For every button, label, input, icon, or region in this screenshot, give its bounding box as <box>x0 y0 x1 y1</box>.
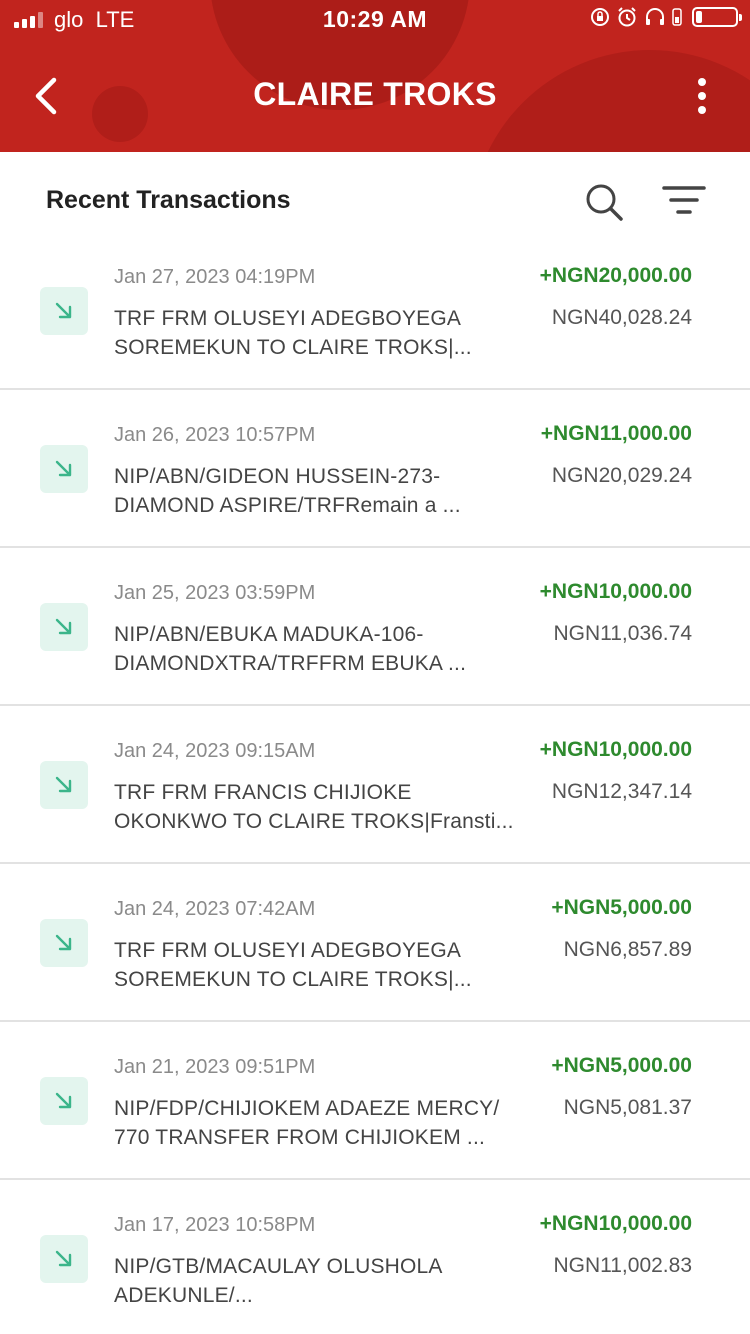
transaction-row[interactable]: Jan 24, 2023 07:42AM TRF FRM OLUSEYI ADEG… <box>0 864 750 1022</box>
transaction-description-line: TRF FRM FRANCIS CHIJIOKE <box>114 781 412 804</box>
transaction-balance: NGN12,347.14 <box>551 780 692 803</box>
credit-badge <box>40 603 88 651</box>
transaction-balance: NGN11,002.83 <box>553 1254 692 1277</box>
transaction-amount: +NGN20,000.00 <box>539 264 692 287</box>
transaction-description: TRF FRM OLUSEYI ADEGBOYEGA SOREMEKUN TO C… <box>114 936 534 994</box>
transaction-date: Jan 27, 2023 04:19PM <box>114 266 316 288</box>
search-button[interactable] <box>584 182 624 222</box>
transaction-row[interactable]: Jan 24, 2023 09:15AM TRF FRM FRANCIS CHIJ… <box>0 706 750 864</box>
transaction-date: Jan 25, 2023 03:59PM <box>114 582 316 604</box>
transaction-date: Jan 24, 2023 09:15AM <box>114 740 316 762</box>
arrow-down-right-icon <box>55 1092 72 1109</box>
credit-badge <box>40 919 88 967</box>
credit-badge <box>40 1235 88 1283</box>
credit-badge <box>40 761 88 809</box>
transaction-description: NIP/ABN/GIDEON HUSSEIN-273- DIAMOND ASPIR… <box>114 462 534 520</box>
battery-icon <box>692 7 742 27</box>
arrow-down-right-icon <box>55 460 72 477</box>
transaction-balance: NGN11,036.74 <box>553 622 692 645</box>
transaction-row[interactable]: Jan 25, 2023 03:59PM NIP/ABN/EBUKA MADUKA… <box>0 548 750 706</box>
transaction-balance: NGN40,028.24 <box>551 306 692 329</box>
kebab-menu-icon[interactable] <box>690 78 714 114</box>
transaction-amount: +NGN10,000.00 <box>539 738 692 761</box>
transaction-balance: NGN5,081.37 <box>563 1096 692 1119</box>
filter-button[interactable] <box>662 184 706 218</box>
arrow-down-right-icon <box>55 1250 72 1267</box>
battery-level <box>696 11 702 23</box>
transaction-description-line: ADEKUNLE/... <box>114 1284 253 1307</box>
status-icons <box>590 6 742 28</box>
transaction-description-line: 770 TRANSFER FROM CHIJIOKEM ... <box>114 1126 486 1149</box>
transaction-description-line: SOREMEKUN TO CLAIRE TROKS|... <box>114 968 472 991</box>
transaction-amount: +NGN10,000.00 <box>539 1212 692 1235</box>
transaction-description-line: DIAMONDXTRA/TRFFRM EBUKA ... <box>114 652 467 675</box>
filter-icon <box>662 186 706 214</box>
transaction-description-line: TRF FRM OLUSEYI ADEGBOYEGA <box>114 939 462 962</box>
headphones-icon <box>646 8 664 25</box>
transaction-date: Jan 21, 2023 09:51PM <box>114 1056 316 1078</box>
transaction-list: Jan 27, 2023 04:19PM TRF FRM OLUSEYI ADEG… <box>0 232 750 1334</box>
transaction-description: NIP/GTB/MACAULAY OLUSHOLA ADEKUNLE/... <box>114 1252 534 1310</box>
transaction-date: Jan 17, 2023 10:58PM <box>114 1214 316 1236</box>
credit-badge <box>40 445 88 493</box>
credit-badge <box>40 1077 88 1125</box>
transaction-description: NIP/FDP/CHIJIOKEM ADAEZE MERCY/770 TRANS… <box>114 1094 534 1152</box>
transaction-description-line: NIP/FDP/CHIJIOKEM ADAEZE MERCY/ <box>114 1097 500 1120</box>
transaction-description-line: OKONKWO TO CLAIRE TROKS|Fransti... <box>114 810 514 833</box>
transaction-amount: +NGN11,000.00 <box>540 422 692 445</box>
transaction-description-line: SOREMEKUN TO CLAIRE TROKS|... <box>114 336 472 359</box>
transaction-description-line: TRF FRM OLUSEYI ADEGBOYEGA <box>114 307 462 330</box>
transaction-description: NIP/ABN/EBUKA MADUKA-106- DIAMONDXTRA/TRF… <box>114 620 534 678</box>
transaction-description-line: NIP/GTB/MACAULAY OLUSHOLA <box>114 1255 443 1278</box>
arrow-down-right-icon <box>55 776 72 793</box>
transaction-balance: NGN6,857.89 <box>563 938 692 961</box>
transaction-row[interactable]: Jan 27, 2023 04:19PM TRF FRM OLUSEYI ADEG… <box>0 232 750 390</box>
transaction-description: TRF FRM OLUSEYI ADEGBOYEGA SOREMEKUN TO C… <box>114 304 534 362</box>
section-title: Recent Transactions <box>46 186 291 214</box>
arrow-down-right-icon <box>55 934 72 951</box>
app-header: glo LTE 10:29 AM CLAIRE TROKS <box>0 0 750 152</box>
transaction-date: Jan 24, 2023 07:42AM <box>114 898 316 920</box>
transaction-amount: +NGN5,000.00 <box>551 896 692 919</box>
transaction-row[interactable]: Jan 17, 2023 10:58PM NIP/GTB/MACAULAY OLU… <box>0 1180 750 1334</box>
transaction-description-line: NIP/ABN/GIDEON HUSSEIN-273- <box>114 465 441 488</box>
transaction-row[interactable]: Jan 21, 2023 09:51PM NIP/FDP/CHIJIOKEM AD… <box>0 1022 750 1180</box>
transaction-amount: +NGN5,000.00 <box>551 1054 692 1077</box>
transaction-balance: NGN20,029.24 <box>551 464 692 487</box>
search-icon <box>586 184 623 221</box>
headphone-battery-icon <box>672 8 682 26</box>
transaction-description-line: DIAMOND ASPIRE/TRFRemain a ... <box>114 494 461 517</box>
rotation-lock-icon <box>591 8 609 26</box>
status-bar: glo LTE 10:29 AM <box>0 0 750 40</box>
transaction-description-line: NIP/ABN/EBUKA MADUKA-106- <box>114 623 424 646</box>
transaction-date: Jan 26, 2023 10:57PM <box>114 424 316 446</box>
arrow-down-right-icon <box>55 618 72 635</box>
transaction-amount: +NGN10,000.00 <box>539 580 692 603</box>
alarm-icon <box>618 7 636 27</box>
credit-badge <box>40 287 88 335</box>
arrow-down-right-icon <box>55 302 72 319</box>
page-title: CLAIRE TROKS <box>253 76 497 112</box>
transaction-row[interactable]: Jan 26, 2023 10:57PM NIP/ABN/GIDEON HUSSE… <box>0 390 750 548</box>
transaction-description: TRF FRM FRANCIS CHIJIOKE OKONKWO TO CLAIR… <box>114 778 534 836</box>
